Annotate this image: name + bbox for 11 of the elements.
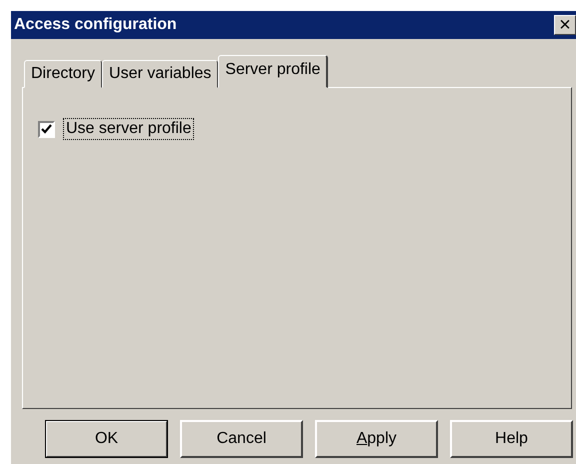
tab[interactable]: Server profile bbox=[218, 55, 328, 88]
window-title: Access configuration bbox=[14, 16, 177, 34]
dialog-button[interactable]: Help bbox=[450, 420, 573, 458]
dialog-button[interactable]: OK bbox=[45, 420, 168, 458]
checkbox-label[interactable]: Use server profile bbox=[63, 118, 194, 140]
checkbox[interactable] bbox=[38, 120, 55, 138]
tab[interactable]: User variables bbox=[102, 60, 218, 88]
close-button[interactable]: × bbox=[554, 15, 576, 35]
tab[interactable]: Directory bbox=[24, 60, 102, 88]
dialog-button[interactable]: Apply bbox=[315, 420, 438, 458]
dialog-button[interactable]: Cancel bbox=[180, 420, 303, 458]
